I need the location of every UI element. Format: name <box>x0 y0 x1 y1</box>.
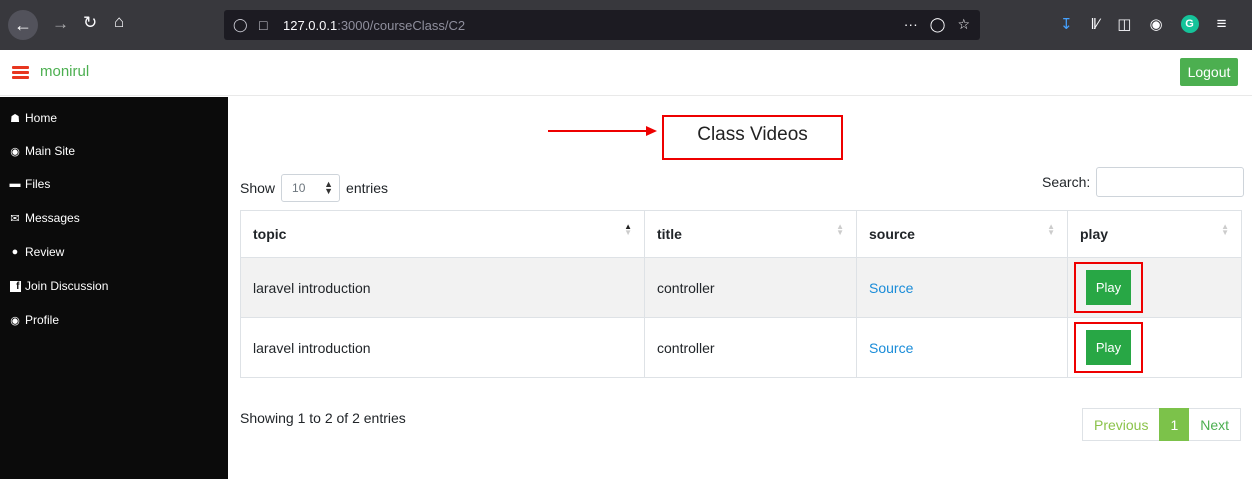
play-highlight-box: Play <box>1074 322 1143 373</box>
reload-button[interactable]: ↻ <box>83 13 97 33</box>
forward-button[interactable]: → <box>52 14 69 34</box>
url-path: :3000/courseClass/C2 <box>337 17 466 33</box>
home-button[interactable]: ⌂ <box>114 12 124 32</box>
library-icon[interactable]: ‖∕ <box>1091 16 1100 33</box>
sidebar-item-label: Files <box>25 177 51 191</box>
column-header-label: topic <box>253 226 287 242</box>
url-host: 127.0.0.1 <box>283 17 338 33</box>
page-title: Class Videos <box>697 123 808 145</box>
cell-play: Play <box>1067 257 1242 318</box>
browser-menu-icon[interactable]: ≡ <box>1217 14 1227 34</box>
shield-icon[interactable]: ◯ <box>233 17 248 33</box>
envelope-icon: ✉ <box>10 212 20 225</box>
sidebar-item-label: Main Site <box>25 144 76 158</box>
table-row: laravel introduction controller Source P… <box>240 317 1242 378</box>
sidebar-item-join-discussion[interactable]: f Join Discussion <box>8 279 108 293</box>
sidebar-item-label: Home <box>25 111 58 125</box>
show-label: Show <box>240 180 276 196</box>
cell-topic: laravel introduction <box>240 257 645 318</box>
search-label: Search: <box>1042 174 1091 190</box>
sidebar-item-files[interactable]: ▬ Files <box>8 177 51 191</box>
page-1-button[interactable]: 1 <box>1159 408 1190 441</box>
browser-toolbar-right: ↧ ‖∕ ◫ ◉ G ≡ <box>1060 14 1226 34</box>
entries-length-control: Show 10 ▲ ▼ entries <box>240 174 388 202</box>
sidebar-item-label: Join Discussion <box>25 279 109 293</box>
username: monirul <box>40 63 90 80</box>
play-highlight-box: Play <box>1074 262 1143 313</box>
cell-topic: laravel introduction <box>240 317 645 378</box>
back-button[interactable]: ← <box>8 10 38 40</box>
globe-icon: ◉ <box>10 145 20 158</box>
annotation-arrow <box>548 126 657 136</box>
pocket-icon[interactable]: ◯ <box>930 16 946 33</box>
bookmark-star-icon[interactable]: ☆ <box>957 16 970 33</box>
column-header-title[interactable]: title ▲ ▼ <box>644 210 857 258</box>
play-button[interactable]: Play <box>1086 330 1131 365</box>
source-link[interactable]: Source <box>869 340 913 356</box>
sidebar-item-label: Review <box>25 245 65 259</box>
column-header-source[interactable]: source ▲ ▼ <box>856 210 1068 258</box>
entries-label: entries <box>346 180 389 196</box>
source-link[interactable]: Source <box>869 280 913 296</box>
url-text[interactable]: 127.0.0.1:3000/courseClass/C2 <box>283 18 465 33</box>
table-header-row: topic ▲ ▼ title ▲ ▼ source ▲ ▼ play ▲ ▼ <box>240 210 1242 258</box>
address-bar[interactable]: ◯ □ 127.0.0.1:3000/courseClass/C2 ··· ◯ … <box>224 10 980 40</box>
sidebar-item-profile[interactable]: ◉ Profile <box>8 313 59 327</box>
table-search: Search: <box>1042 167 1245 197</box>
arrow-left-icon: ← <box>14 14 32 35</box>
entries-select-wrapper: 10 ▲ ▼ <box>275 174 346 202</box>
sort-asc-icon: ▲ ▼ <box>624 222 632 237</box>
previous-page-button[interactable]: Previous <box>1082 408 1160 441</box>
page-title-box: Class Videos <box>662 115 843 160</box>
cell-source: Source <box>856 317 1068 378</box>
logout-button[interactable]: Logout <box>1180 58 1238 86</box>
reload-icon: ↻ <box>83 13 98 32</box>
cell-play: Play <box>1067 317 1242 378</box>
cell-title: controller <box>644 317 857 378</box>
column-header-label: play <box>1080 226 1109 242</box>
column-header-play[interactable]: play ▲ ▼ <box>1067 210 1242 258</box>
sidebar-item-home[interactable]: ☗ Home <box>8 111 57 125</box>
table-row: laravel introduction controller Source P… <box>240 257 1242 318</box>
arrow-right-icon: → <box>52 14 69 33</box>
cell-title: controller <box>644 257 857 318</box>
download-icon[interactable]: ↧ <box>1060 15 1073 33</box>
search-input[interactable] <box>1096 167 1245 197</box>
app-header: monirul Logout <box>0 50 1252 96</box>
cell-source: Source <box>856 257 1068 318</box>
column-header-topic[interactable]: topic ▲ ▼ <box>240 210 645 258</box>
browser-toolbar: ← → ↻ ⌂ ◯ □ 127.0.0.1:3000/courseClass/C… <box>0 0 1252 50</box>
facebook-icon: f <box>8 280 22 292</box>
grammarly-icon[interactable]: G <box>1180 15 1199 33</box>
sidebar-item-main-site[interactable]: ◉ Main Site <box>8 144 75 158</box>
more-actions-button[interactable]: ··· <box>904 16 918 33</box>
sort-icon: ▲ ▼ <box>1221 222 1229 237</box>
folder-icon: ▬ <box>9 178 21 190</box>
user-circle-icon: ◉ <box>10 314 20 327</box>
sidebar: ☗ Home ◉ Main Site ▬ Files ✉ Messages ● Revie… <box>0 97 228 479</box>
comments-icon: ● <box>11 246 19 258</box>
home-icon: ⌂ <box>114 12 125 31</box>
sidebar-item-label: Messages <box>25 211 80 225</box>
sort-icon: ▲ ▼ <box>836 222 844 237</box>
column-header-label: source <box>869 226 915 242</box>
sidebar-item-label: Profile <box>25 313 60 327</box>
column-header-label: title <box>657 226 682 242</box>
videos-table: topic ▲ ▼ title ▲ ▼ source ▲ ▼ play ▲ ▼ lara… <box>240 210 1242 378</box>
pagination: Previous 1 Next <box>1082 408 1242 441</box>
entries-select[interactable]: 10 <box>281 174 341 202</box>
sort-icon: ▲ ▼ <box>1047 222 1055 237</box>
account-icon[interactable]: ◉ <box>1149 15 1162 33</box>
home-icon: ☗ <box>10 112 20 125</box>
sidebar-item-messages[interactable]: ✉ Messages <box>8 211 80 225</box>
next-page-button[interactable]: Next <box>1189 408 1242 441</box>
sidebar-toggle-icon[interactable]: ◫ <box>1117 15 1131 33</box>
page-icon[interactable]: □ <box>259 17 273 33</box>
hamburger-menu-icon[interactable] <box>12 66 29 79</box>
sidebar-item-review[interactable]: ● Review <box>8 245 65 259</box>
play-button[interactable]: Play <box>1086 270 1131 305</box>
table-info: Showing 1 to 2 of 2 entries <box>240 410 406 426</box>
